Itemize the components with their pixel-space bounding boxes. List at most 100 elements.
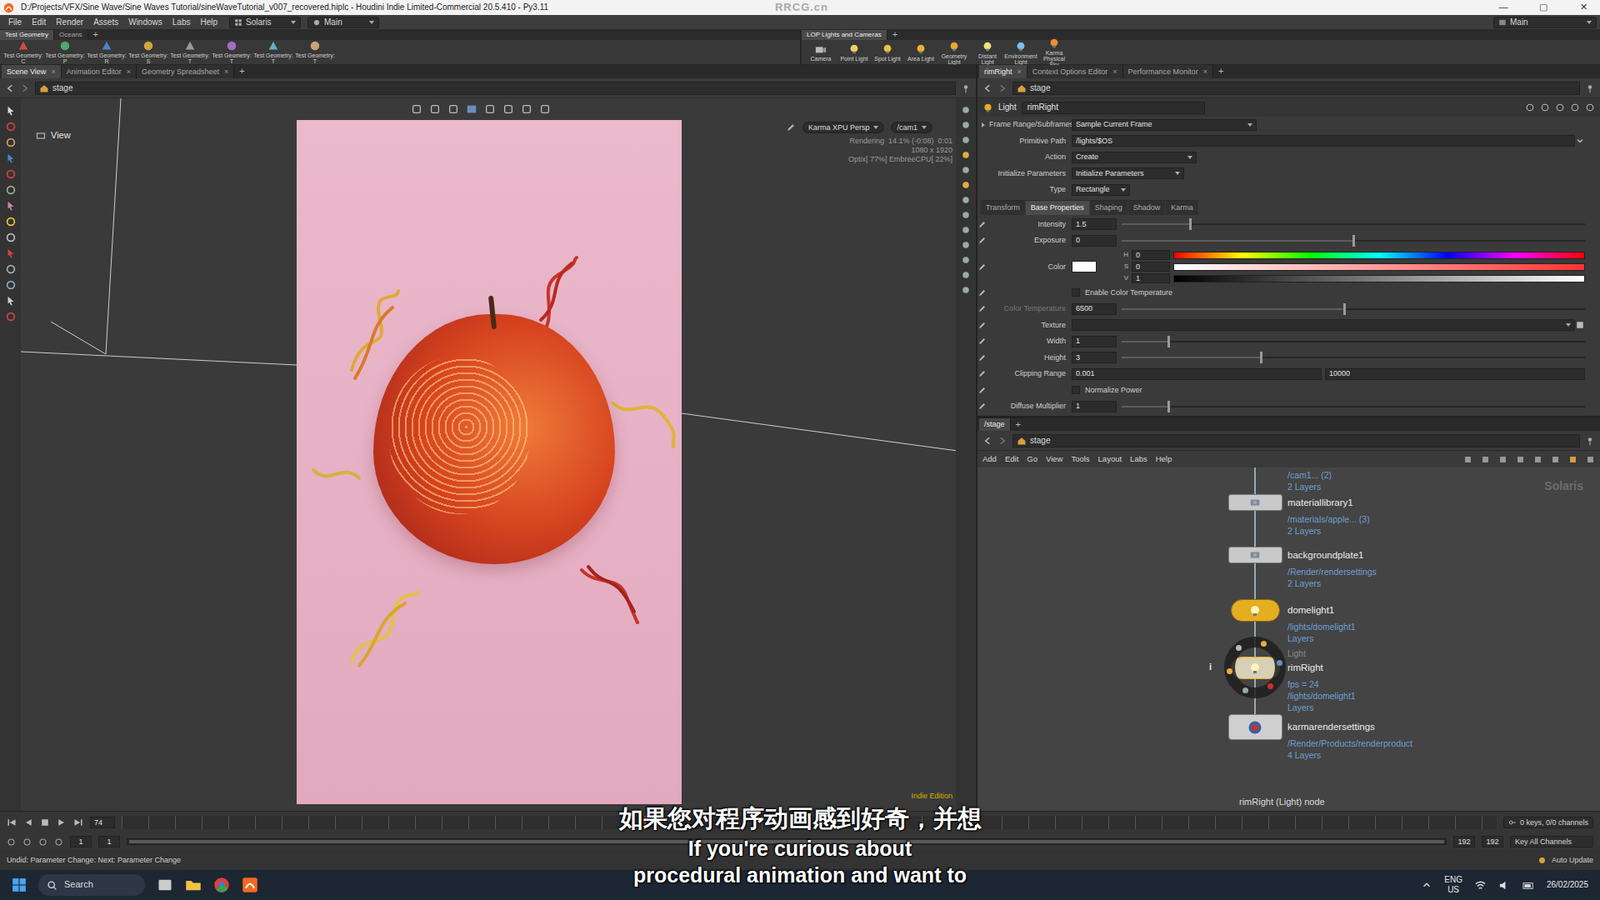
gear-icon[interactable] [1525, 102, 1535, 113]
pin-icon[interactable] [1585, 83, 1595, 94]
main-menu[interactable]: Main [1493, 16, 1597, 29]
playhead[interactable] [644, 815, 646, 830]
folder-icon[interactable] [185, 876, 202, 894]
network-node[interactable]: backgroundplate1/Render/rendersettings2 … [1227, 546, 1377, 589]
pane-tab[interactable]: Scene View× [1, 65, 62, 79]
shelf-tool[interactable]: Test Geometry: T [295, 40, 335, 65]
back-arrow-icon[interactable] [5, 83, 15, 94]
shading-icon[interactable] [484, 103, 496, 115]
houdini-app-icon[interactable] [241, 876, 259, 894]
menu-item[interactable]: Windows [123, 17, 168, 28]
pane-tab[interactable]: Geometry Spreadsheet× [136, 65, 235, 79]
shape-icon[interactable] [1568, 455, 1578, 465]
timeline-ruler[interactable] [121, 815, 1497, 830]
ghost-icon[interactable] [960, 165, 971, 175]
menu-item[interactable]: Render [50, 17, 89, 28]
radial-menu-item-icon[interactable] [1260, 640, 1267, 647]
network-menu-item[interactable]: View [1045, 454, 1063, 464]
param-number-field[interactable]: 1 [1071, 400, 1117, 413]
camera-icon[interactable] [960, 195, 971, 205]
layout-icon[interactable] [1480, 455, 1490, 465]
frame-field[interactable]: 74 [90, 816, 115, 829]
pencil-icon[interactable] [977, 401, 987, 411]
pencil-icon[interactable] [977, 262, 987, 272]
shading-icon[interactable] [960, 105, 971, 115]
path-field[interactable]: stage [35, 81, 956, 95]
speaker-icon[interactable] [1498, 879, 1511, 892]
path-field[interactable]: stage [1012, 81, 1580, 95]
forward-arrow-icon[interactable] [20, 83, 30, 94]
close-tab-button[interactable]: × [1017, 67, 1022, 77]
network-canvas[interactable]: Solaris/cam1... (2)2 Layersmateriallibra… [977, 467, 1600, 811]
pane-tab[interactable]: Context Options Editor× [1027, 65, 1124, 79]
pencil-icon[interactable] [785, 122, 796, 133]
pose-icon[interactable] [5, 247, 17, 260]
radial-menu-item-icon[interactable] [1276, 660, 1283, 666]
orient-icon[interactable] [429, 103, 441, 115]
wireframe-icon[interactable] [960, 120, 971, 130]
menu-item[interactable]: Labs [167, 17, 196, 28]
param-menu[interactable]: Sample Current Frame [1071, 119, 1257, 131]
shelf-tool[interactable]: Camera [805, 43, 837, 62]
loop-icon[interactable] [38, 837, 48, 847]
menu-item[interactable]: Assets [88, 17, 124, 28]
pencil-icon[interactable] [977, 220, 987, 230]
channel-field[interactable]: 1 [1131, 273, 1170, 285]
param-number-field[interactable]: 1 [1071, 335, 1117, 348]
tray-arrow-icon[interactable] [1420, 879, 1433, 891]
range-slider[interactable] [126, 838, 1447, 845]
param-menu[interactable]: Rectangle [1071, 184, 1130, 196]
shelf-tool[interactable]: Area Light [905, 43, 937, 62]
slider-track[interactable] [1121, 218, 1585, 230]
pane-tab[interactable]: /stage [979, 418, 1011, 431]
radial-menu-item-icon[interactable] [1235, 645, 1242, 651]
auto-update-menu[interactable]: Auto Update [1551, 855, 1594, 865]
wifi-icon[interactable] [1474, 879, 1487, 892]
close-tab-button[interactable]: × [224, 67, 229, 77]
grid-icon[interactable] [960, 225, 971, 235]
channel-field[interactable]: 0 [1131, 261, 1170, 273]
slider-handle[interactable] [1167, 335, 1170, 348]
slider-track[interactable] [1121, 235, 1585, 247]
checkbox[interactable] [1071, 288, 1080, 297]
shelf-tab[interactable]: Oceans [54, 30, 89, 40]
shelf-tool[interactable]: Distant Light [971, 40, 1004, 65]
pencil-icon[interactable] [1540, 102, 1550, 113]
start-frame-field[interactable]: 1 [70, 835, 92, 848]
slider-handle[interactable] [1189, 218, 1192, 230]
light-node[interactable] [1230, 656, 1280, 680]
node-name-field[interactable]: rimRight [1021, 101, 1205, 115]
clock[interactable]: 26/02/2025 [1546, 880, 1589, 890]
play-reverse-icon[interactable] [23, 817, 34, 828]
end-frame-field[interactable]: 192 [1481, 835, 1504, 848]
zoom-icon[interactable] [1585, 455, 1595, 465]
update-icon[interactable] [1537, 855, 1547, 865]
color-swatch[interactable] [1071, 260, 1097, 273]
jump-end-icon[interactable] [73, 817, 84, 828]
shelf-tool[interactable]: Test Geometry: R [86, 40, 127, 65]
forward-arrow-icon[interactable] [997, 83, 1008, 94]
help-icon[interactable] [1570, 102, 1580, 113]
shelf-tool[interactable]: Point Light [838, 43, 870, 62]
menu-item[interactable]: Help [195, 17, 223, 28]
pencil-icon[interactable] [977, 336, 987, 346]
rotate-icon[interactable] [5, 168, 17, 180]
close-tab-button[interactable]: × [1203, 67, 1208, 77]
stop-icon[interactable] [40, 817, 50, 828]
lop-node[interactable] [1228, 546, 1283, 564]
parameter-tab[interactable]: Transform [980, 200, 1025, 215]
file-browse-icon[interactable] [1575, 320, 1585, 330]
add-shelf-button[interactable]: + [887, 30, 903, 40]
window-control[interactable]: ✕ [1566, 1, 1600, 13]
shelf-tool[interactable]: Spot Light [871, 43, 904, 62]
channel-gradient[interactable] [1173, 251, 1585, 260]
language-indicator[interactable]: ENGUS [1444, 875, 1463, 895]
step-icon[interactable] [22, 837, 32, 847]
channel-gradient[interactable] [1173, 275, 1585, 283]
parameter-tab[interactable]: Shadow [1128, 200, 1166, 215]
param-number-field[interactable]: 3 [1071, 351, 1117, 364]
audio-icon[interactable] [54, 837, 64, 847]
lop-node[interactable] [1228, 494, 1283, 511]
battery-icon[interactable] [1522, 879, 1535, 892]
taskbar-search[interactable]: Search [38, 874, 145, 896]
